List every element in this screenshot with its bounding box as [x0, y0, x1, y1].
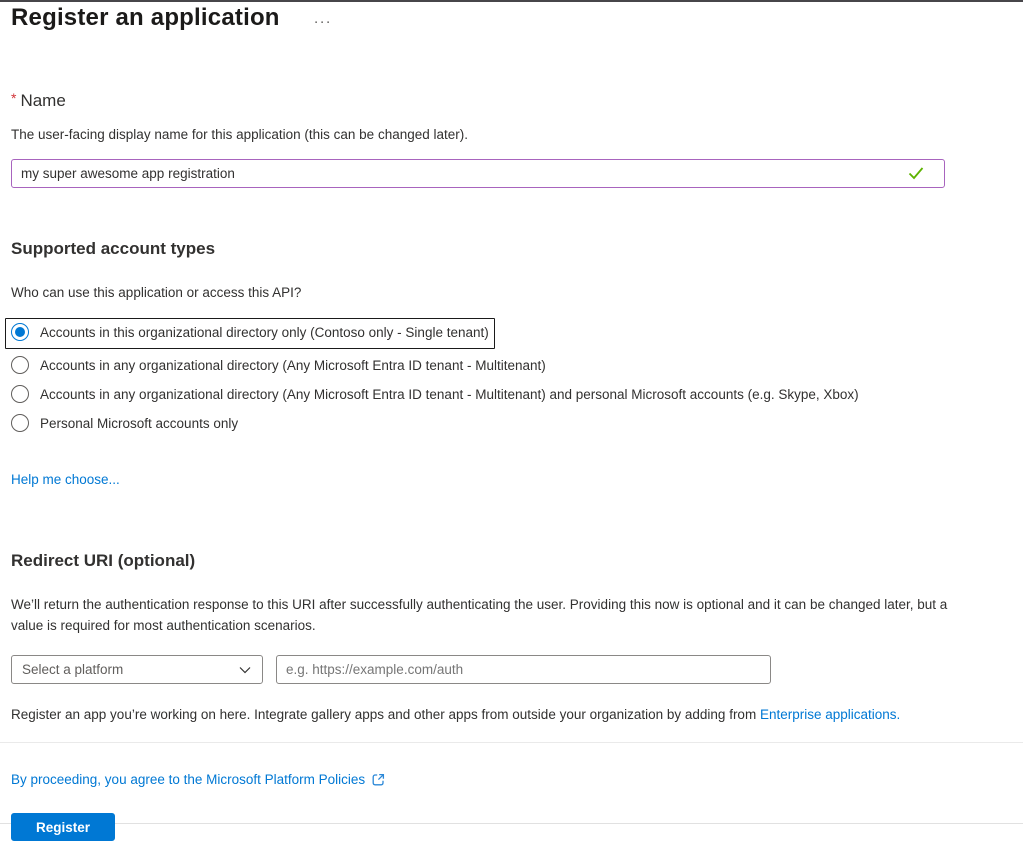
- platform-select-dropdown[interactable]: Select a platform: [11, 655, 263, 684]
- help-me-choose-link[interactable]: Help me choose...: [11, 472, 120, 487]
- register-application-form: * Name The user-facing display name for t…: [0, 90, 1023, 722]
- radio-option-multitenant[interactable]: Accounts in any organizational directory…: [11, 356, 1012, 376]
- enterprise-applications-link[interactable]: Enterprise applications.: [760, 707, 900, 722]
- radio-unselected-icon[interactable]: [11, 414, 29, 432]
- radio-option-single-tenant[interactable]: Accounts in this organizational director…: [11, 323, 489, 343]
- radio-unselected-icon[interactable]: [11, 385, 29, 403]
- radio-option-multitenant-personal[interactable]: Accounts in any organizational directory…: [11, 385, 1012, 405]
- external-link-icon[interactable]: [371, 772, 386, 787]
- page-title: Register an application: [11, 4, 280, 31]
- application-name-input[interactable]: [11, 159, 945, 188]
- footer-divider: [0, 742, 1023, 743]
- focused-option-outline: Accounts in this organizational director…: [5, 318, 495, 349]
- name-field-label: * Name: [11, 90, 1012, 111]
- name-input-wrapper: [11, 159, 945, 188]
- supported-account-types-heading: Supported account types: [11, 239, 216, 258]
- account-types-question: Who can use this application or access t…: [11, 285, 302, 300]
- redirect-uri-row: Select a platform: [11, 655, 1012, 684]
- chevron-down-icon: [239, 666, 251, 673]
- platform-policies-link[interactable]: By proceeding, you agree to the Microsof…: [11, 772, 365, 787]
- radio-option-label: Personal Microsoft accounts only: [40, 416, 239, 431]
- registration-note: Register an app you’re working on here. …: [11, 707, 1012, 722]
- redirect-uri-heading: Redirect URI (optional): [11, 551, 196, 570]
- name-field-description: The user-facing display name for this ap…: [11, 127, 468, 142]
- radio-option-label: Accounts in any organizational directory…: [40, 387, 859, 402]
- platform-select-value: Select a platform: [22, 662, 124, 677]
- name-label-text: Name: [20, 91, 66, 110]
- radio-option-personal-only[interactable]: Personal Microsoft accounts only: [11, 414, 1012, 434]
- policy-row: By proceeding, you agree to the Microsof…: [11, 772, 1012, 787]
- required-asterisk: *: [11, 90, 17, 106]
- redirect-uri-input[interactable]: [276, 655, 771, 684]
- register-button[interactable]: Register: [11, 813, 116, 841]
- page-header: Register an application ···: [0, 2, 1023, 32]
- note-text: Register an app you’re working on here. …: [11, 707, 760, 722]
- more-options-icon[interactable]: ···: [314, 8, 332, 29]
- radio-option-label: Accounts in this organizational director…: [40, 325, 489, 340]
- radio-option-label: Accounts in any organizational directory…: [40, 358, 546, 373]
- redirect-uri-description: We’ll return the authentication response…: [11, 597, 948, 633]
- radio-selected-icon[interactable]: [11, 323, 29, 341]
- radio-unselected-icon[interactable]: [11, 356, 29, 374]
- account-type-radio-group: Accounts in this organizational director…: [5, 318, 1012, 434]
